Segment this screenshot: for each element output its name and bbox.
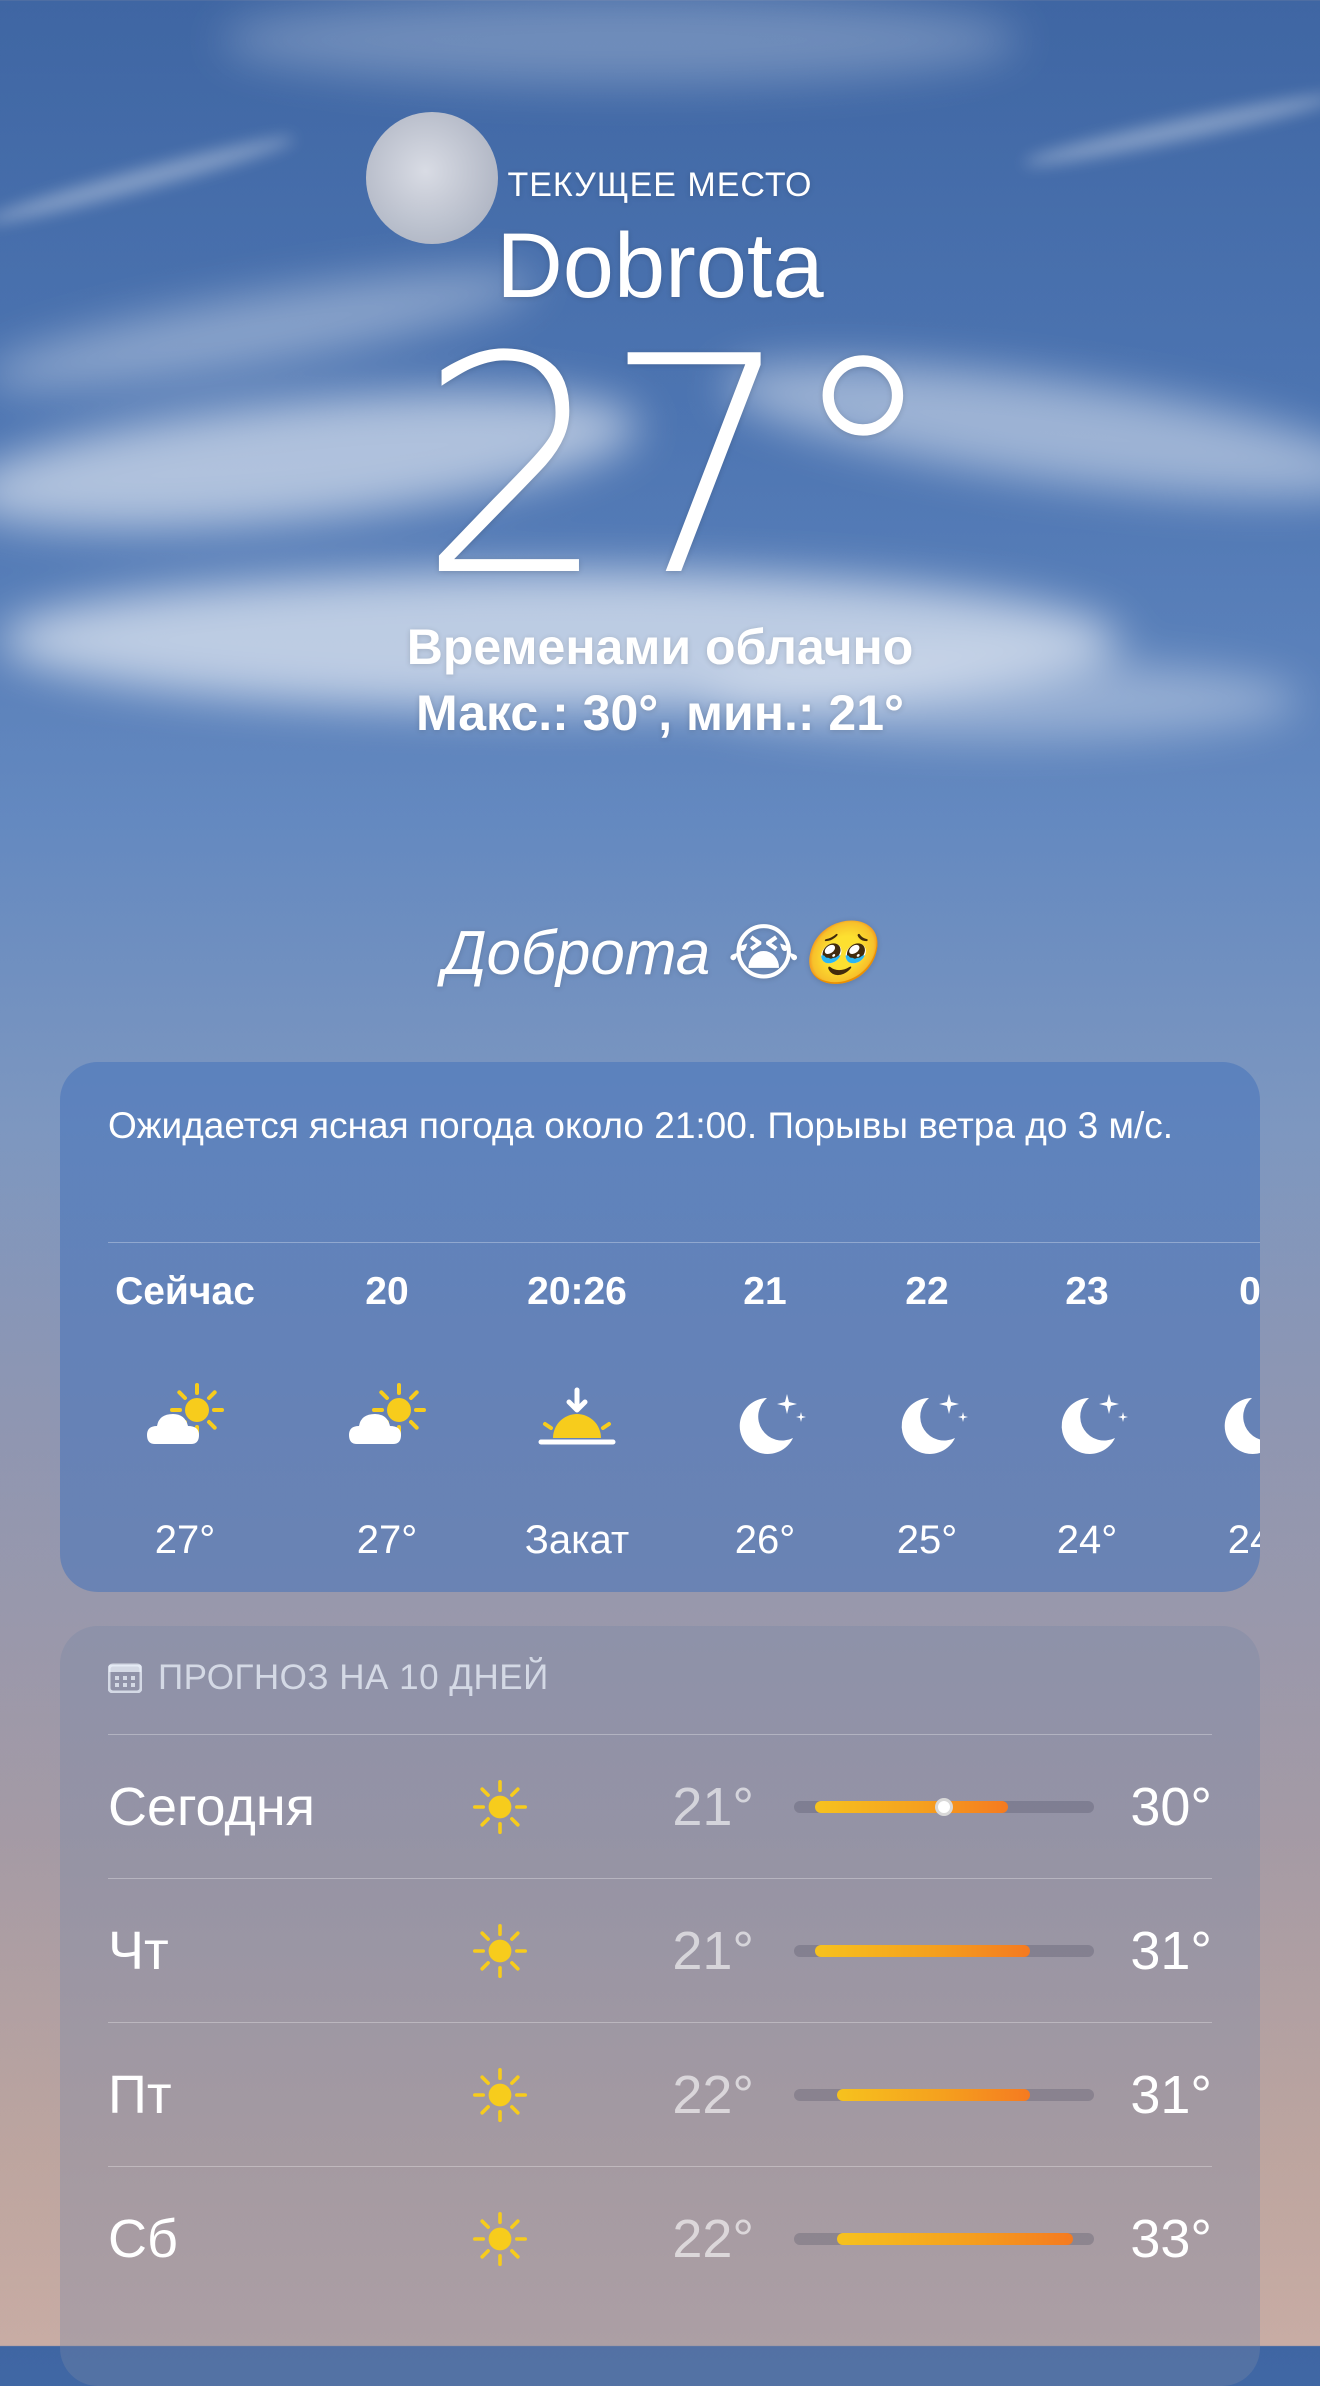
temperature-range-fill: [836, 2233, 1073, 2245]
temperature-range-bar: [794, 1945, 1094, 1957]
hourly-item: 20:26 Закат: [492, 1270, 662, 1563]
hour-time: 20: [365, 1270, 409, 1313]
day-name: Сб: [108, 2209, 178, 2269]
hour-temperature: Закат: [524, 1518, 630, 1562]
current-temp-marker: [935, 1798, 953, 1816]
day-low-temp: 22°: [672, 2209, 754, 2269]
temperature-range-bar: [794, 2089, 1094, 2101]
day-high-temp: 33°: [1130, 2209, 1212, 2269]
moon-stars-icon: [877, 1372, 977, 1472]
calendar-icon: [108, 1663, 142, 1693]
day-high-temp: 31°: [1130, 1921, 1212, 1981]
hour-time: 0: [1239, 1270, 1260, 1313]
divider: [108, 1242, 1260, 1243]
hour-temperature: 24°: [1056, 1518, 1118, 1562]
day-name: Чт: [108, 1921, 169, 1981]
daily-forecast-card[interactable]: ПРОГНОЗ НА 10 ДНЕЙ Сегодня 21° 30° Чт 21°…: [60, 1626, 1260, 2386]
partly-cloudy-sun-icon: [135, 1372, 235, 1472]
sun-icon: [470, 1777, 530, 1837]
day-low-temp: 21°: [672, 1777, 754, 1837]
hourly-forecast-card[interactable]: Ожидается ясная погода около 21:00. Поры…: [60, 1062, 1260, 1592]
hourly-item: 20 27°: [302, 1270, 472, 1563]
temperature-range-fill: [815, 1945, 1030, 1957]
sun-icon: [470, 2065, 530, 2125]
hour-time: 22: [905, 1270, 949, 1313]
hour-temperature: 27°: [356, 1518, 418, 1562]
hour-temperature: 26°: [734, 1518, 796, 1562]
daily-row[interactable]: Сегодня 21° 30°: [108, 1734, 1212, 1879]
sunset-icon: [527, 1372, 627, 1472]
day-low-temp: 22°: [672, 2065, 754, 2125]
hour-time: 21: [743, 1270, 787, 1313]
temperature-range-bar: [794, 2233, 1094, 2245]
temperature-range-fill: [836, 2089, 1030, 2101]
moon-stars-icon: [1037, 1372, 1137, 1472]
daily-row[interactable]: Сб 22° 33°: [108, 2166, 1212, 2311]
day-high-temp: 31°: [1130, 2065, 1212, 2125]
hourly-item: 22 25°: [842, 1270, 1012, 1563]
location-nickname: Доброта 😭🥹: [442, 919, 878, 988]
condition-text: Временами облачно: [406, 619, 914, 675]
forecast-summary: Ожидается ясная погода около 21:00. Поры…: [108, 1105, 1174, 1146]
temperature-range-fill: [815, 1801, 1009, 1813]
daily-row[interactable]: Чт 21° 31°: [108, 1878, 1212, 2023]
hour-time: Сейчас: [115, 1270, 255, 1313]
hourly-item: 23 24°: [1002, 1270, 1172, 1563]
moon-stars-icon: [1200, 1372, 1260, 1472]
hour-temperature: 27°: [154, 1518, 216, 1562]
hourly-item: 21 26°: [680, 1270, 850, 1563]
temperature-range-bar: [794, 1798, 1094, 1816]
sun-icon: [470, 1921, 530, 1981]
location-label: ТЕКУЩЕЕ МЕСТО: [507, 166, 813, 204]
daily-row[interactable]: Пт 22° 31°: [108, 2022, 1212, 2167]
hour-temperature: 25°: [896, 1518, 958, 1562]
day-high-temp: 30°: [1130, 1777, 1212, 1837]
hourly-item: 0 24: [1165, 1270, 1260, 1563]
current-temperature: 27°: [418, 293, 938, 642]
sun-icon: [470, 2209, 530, 2269]
day-name: Сегодня: [108, 1777, 315, 1837]
day-name: Пт: [108, 2065, 172, 2125]
hour-temperature: 24: [1227, 1518, 1260, 1562]
daily-heading-label: ПРОГНОЗ НА 10 ДНЕЙ: [158, 1658, 549, 1697]
hour-time: 20:26: [527, 1270, 627, 1313]
hourly-item: Сейчас 27°: [100, 1270, 270, 1563]
hour-time: 23: [1065, 1270, 1109, 1313]
min-max-temperature: Макс.: 30°, мин.: 21°: [415, 685, 905, 741]
day-low-temp: 21°: [672, 1921, 754, 1981]
moon-stars-icon: [715, 1372, 815, 1472]
partly-cloudy-sun-icon: [337, 1372, 437, 1472]
daily-forecast-heading: ПРОГНОЗ НА 10 ДНЕЙ: [108, 1658, 549, 1698]
